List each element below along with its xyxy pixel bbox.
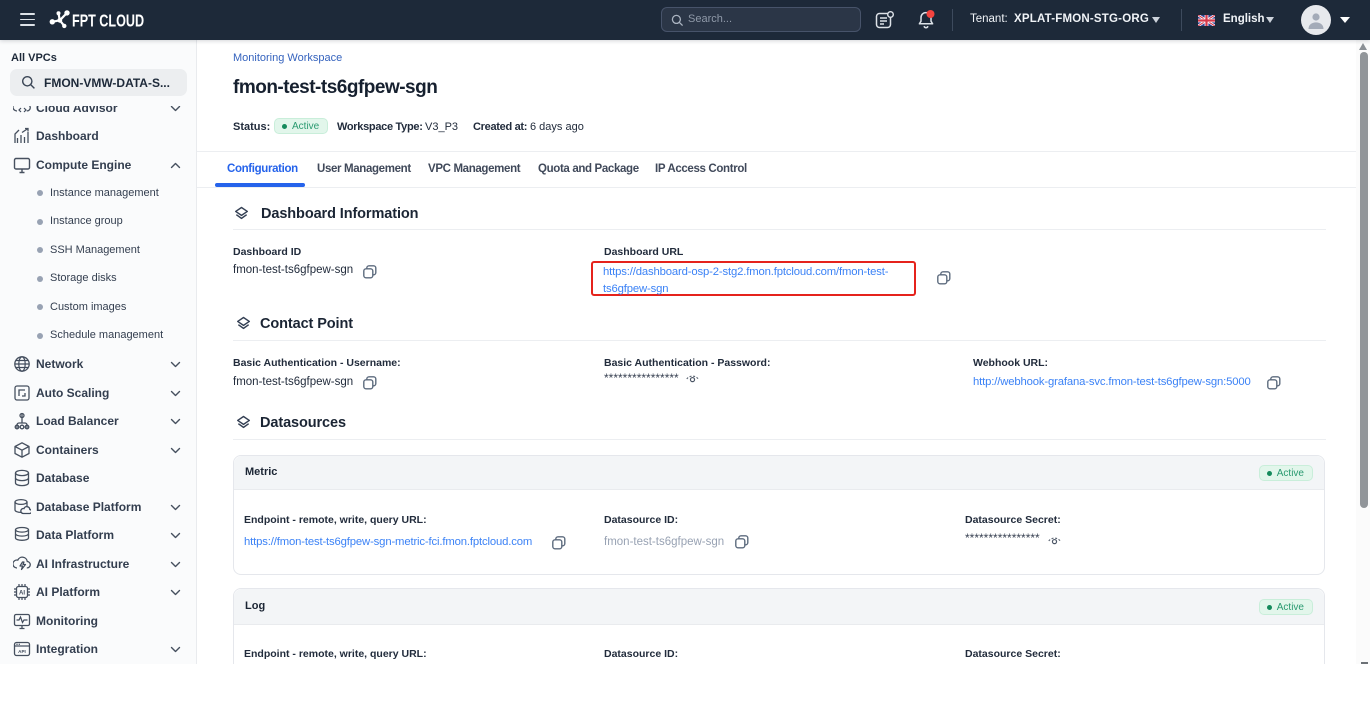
svg-text:AI: AI: [19, 591, 25, 597]
svg-text:API: API: [18, 649, 26, 654]
